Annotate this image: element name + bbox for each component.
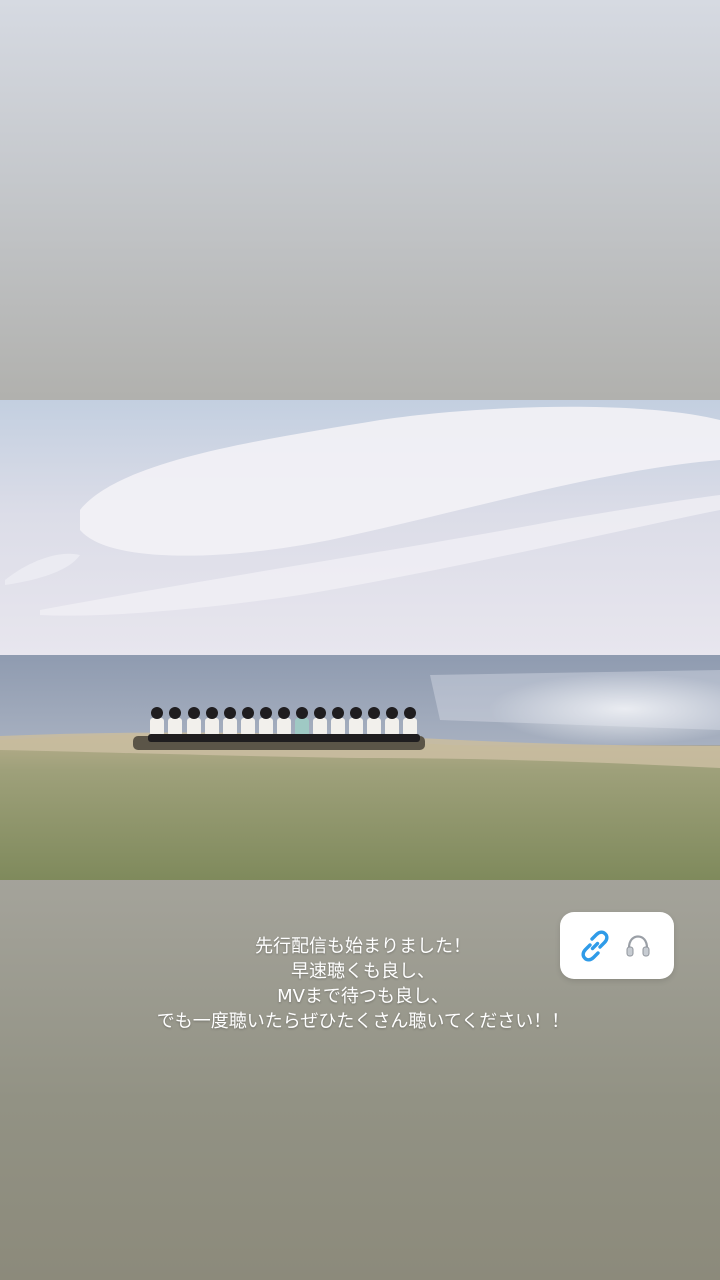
story-photo xyxy=(0,400,720,880)
beach-photo-graphic xyxy=(0,400,720,880)
link-icon[interactable] xyxy=(576,927,614,965)
caption-line-4: でも一度聴いたらぜひたくさん聴いてください！！ xyxy=(156,1011,570,1032)
headphones-icon xyxy=(626,935,650,957)
caption-line-3: MVまで待つも良し、 xyxy=(277,986,449,1007)
link-sticker[interactable] xyxy=(560,912,674,979)
